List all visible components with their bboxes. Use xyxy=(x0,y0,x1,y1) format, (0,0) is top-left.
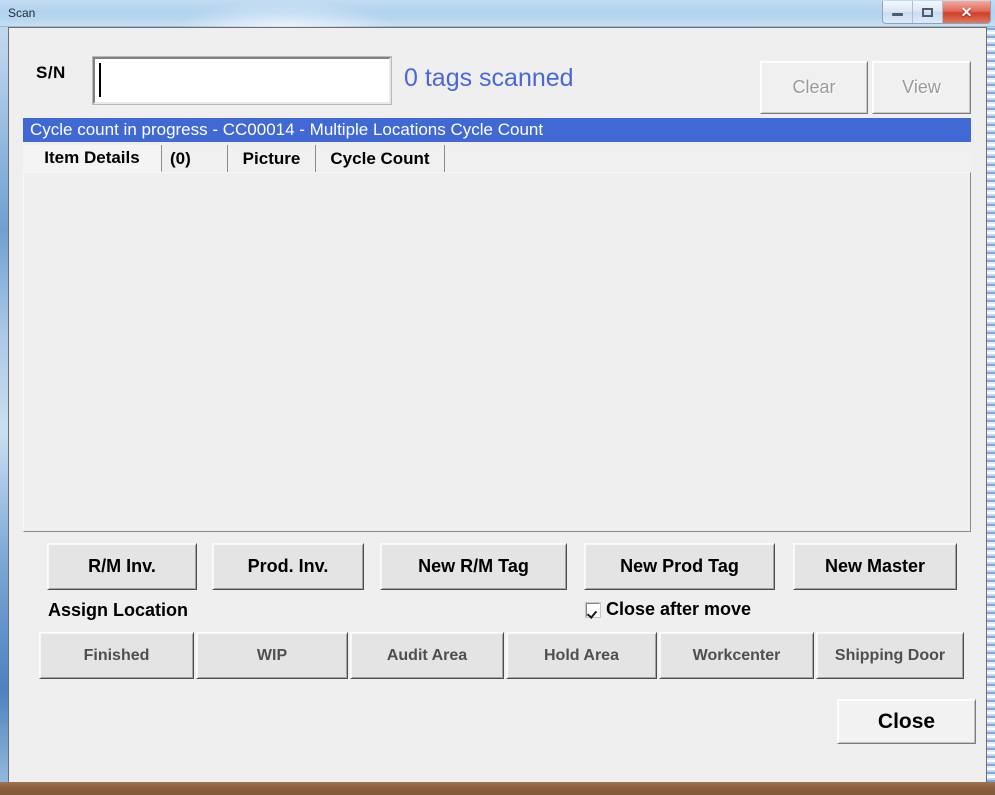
new-rm-tag-button[interactable]: New R/M Tag xyxy=(380,543,567,590)
tab-item-details[interactable]: Item Details xyxy=(23,145,162,172)
minimize-icon xyxy=(892,13,903,16)
close-icon: ✕ xyxy=(960,4,973,20)
window-titlebar[interactable]: Scan ✕ xyxy=(0,0,995,27)
window-bottom-frame xyxy=(0,782,995,795)
maximize-icon xyxy=(922,7,933,17)
status-message-bar: Cycle count in progress - CC00014 - Mult… xyxy=(23,118,971,142)
window-title: Scan xyxy=(8,6,36,20)
tab-cycle-count[interactable]: Cycle Count xyxy=(316,145,445,172)
scan-window: Scan ✕ S/N 0 tags scanned Clear View Cyc… xyxy=(0,0,995,795)
serial-number-label: S/N xyxy=(36,63,66,82)
hold-area-button[interactable]: Hold Area xyxy=(506,632,657,679)
rm-inv-button[interactable]: R/M Inv. xyxy=(47,543,197,590)
finished-button[interactable]: Finished xyxy=(39,632,194,679)
close-after-move-checkbox[interactable]: Close after move xyxy=(585,599,752,620)
text-caret xyxy=(99,63,101,97)
new-prod-tag-button[interactable]: New Prod Tag xyxy=(584,543,775,590)
wip-button[interactable]: WIP xyxy=(196,632,348,679)
tab-count[interactable]: (0) xyxy=(162,145,228,172)
audit-area-button[interactable]: Audit Area xyxy=(350,632,504,679)
tags-scanned-count: 0 tags scanned xyxy=(404,64,574,92)
tabstrip: Item Details (0) Picture Cycle Count xyxy=(23,145,971,173)
view-button[interactable]: View xyxy=(872,61,971,114)
assign-location-label: Assign Location xyxy=(48,600,189,620)
close-after-move-label: Close after move xyxy=(606,599,752,619)
workcenter-button[interactable]: Workcenter xyxy=(659,632,814,679)
checkbox-checked-icon xyxy=(585,601,601,618)
new-master-button[interactable]: New Master xyxy=(793,543,957,590)
item-details-panel[interactable] xyxy=(23,172,971,532)
minimize-button[interactable] xyxy=(883,1,913,23)
maximize-button[interactable] xyxy=(913,1,943,23)
shipping-door-button[interactable]: Shipping Door xyxy=(816,632,964,679)
window-controls: ✕ xyxy=(882,1,991,24)
close-window-button[interactable]: ✕ xyxy=(943,1,990,23)
serial-number-input[interactable] xyxy=(92,56,392,105)
titlebar-sheen xyxy=(170,0,400,27)
prod-inv-button[interactable]: Prod. Inv. xyxy=(212,543,364,590)
item-details-list[interactable] xyxy=(24,173,970,531)
tab-picture[interactable]: Picture xyxy=(228,145,316,172)
clear-button[interactable]: Clear xyxy=(760,61,868,114)
close-dialog-button[interactable]: Close xyxy=(837,699,976,744)
